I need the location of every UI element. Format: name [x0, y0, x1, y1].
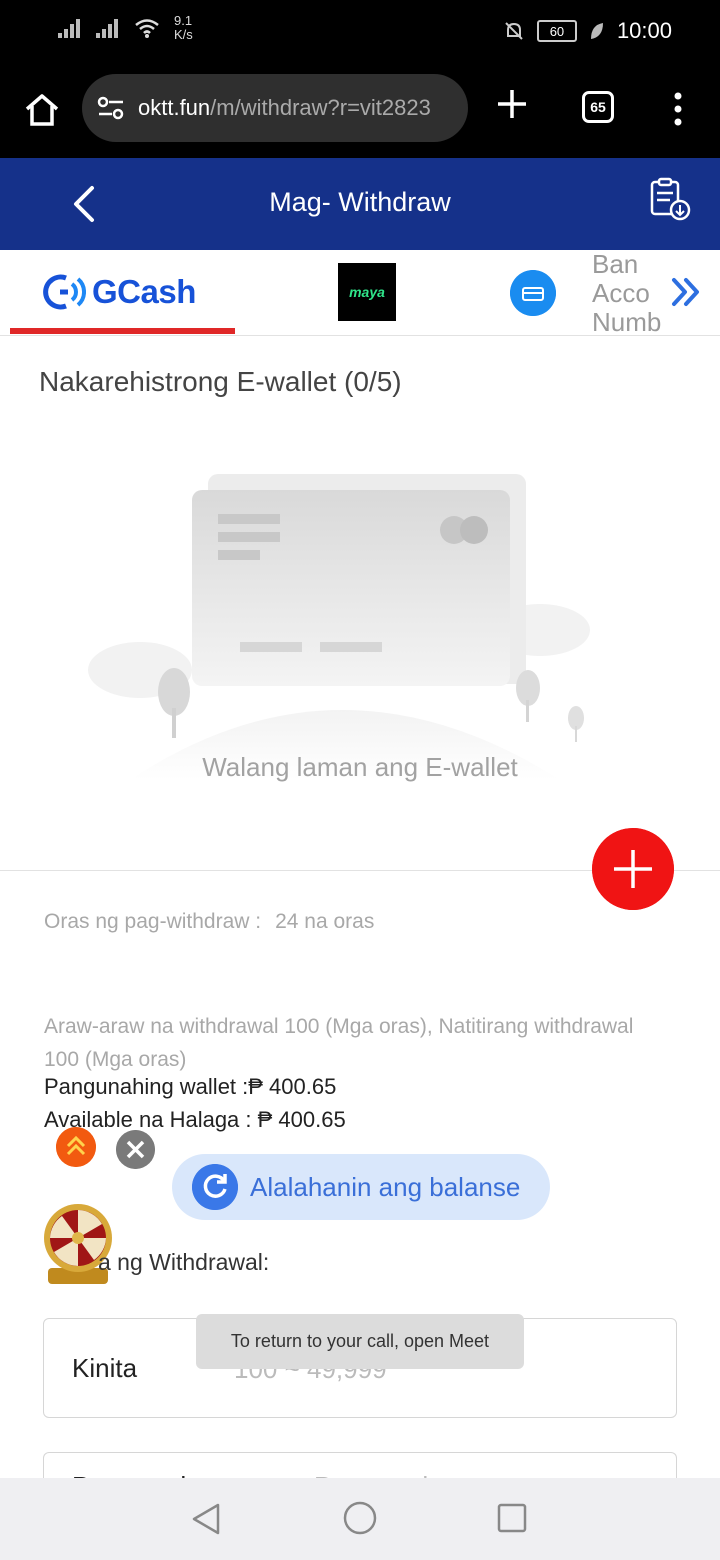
tab-gcash-label: GCash: [92, 273, 196, 310]
more-menu-icon[interactable]: [672, 92, 684, 126]
withdraw-records-icon[interactable]: [646, 176, 694, 224]
gcash-logo-icon: [43, 274, 86, 310]
nav-home-icon[interactable]: [342, 1500, 378, 1536]
new-tab-icon[interactable]: [494, 86, 530, 122]
leaf-icon: [590, 23, 603, 39]
nav-recents-icon[interactable]: [496, 1502, 528, 1534]
tab-bank-icon[interactable]: [510, 270, 556, 316]
site-settings-icon[interactable]: [96, 95, 126, 121]
browser-toolbar: oktt.fun/m/withdraw?r=vit2823 65: [0, 62, 720, 158]
url-path: /m/withdraw?r=vit2823: [210, 95, 431, 120]
back-arrow-icon[interactable]: [64, 182, 104, 226]
status-left: 9.1 K/s: [58, 14, 193, 42]
withdraw-time-value: 24 na oras: [275, 910, 375, 933]
system-nav-bar: [0, 1478, 720, 1560]
page-title: Mag- Withdraw: [269, 187, 451, 217]
add-wallet-button[interactable]: [592, 828, 674, 910]
address-bar[interactable]: oktt.fun/m/withdraw?r=vit2823: [82, 74, 468, 142]
ewallet-section-title: Nakarehistrong E-wallet (0/5): [39, 366, 402, 397]
withdraw-time-row: Oras ng pag-withdraw : 24 na oras: [44, 910, 374, 934]
status-right: 60 10:00: [503, 18, 672, 44]
chevron-double-right-icon[interactable]: [668, 274, 704, 310]
url-text: oktt.fun/m/withdraw?r=vit2823: [138, 95, 431, 121]
home-icon[interactable]: [22, 90, 62, 130]
daily-withdrawal-info: Araw-araw na withdrawal 100 (Mga oras), …: [44, 1015, 634, 1071]
amount-field-label: Kinita: [72, 1353, 138, 1383]
signal-icon: [58, 18, 82, 38]
payment-method-tabs: GCash maya Ban Acco Numb: [0, 250, 720, 336]
tab-bank-label-line: Numb: [592, 307, 662, 335]
tab-gcash[interactable]: GCash: [36, 270, 196, 314]
net-speed: 9.1 K/s: [174, 14, 193, 42]
active-tab-indicator: [10, 328, 235, 334]
tab-switcher-button[interactable]: 65: [582, 91, 614, 123]
remember-balance-button[interactable]: Alalahanin ang balanse: [172, 1154, 550, 1220]
refresh-icon: [192, 1164, 238, 1210]
toast-message: To return to your call, open Meet: [196, 1314, 524, 1369]
empty-wallet-text: Walang laman ang E-wallet: [202, 752, 518, 782]
main-wallet-balance: Pangunahing wallet :₱ 400.65: [44, 1074, 337, 1099]
tab-maya[interactable]: maya: [338, 263, 396, 321]
net-speed-value: 9.1: [174, 13, 193, 28]
remember-balance-label: Alalahanin ang balanse: [250, 1171, 521, 1202]
app-header: Mag- Withdraw: [0, 158, 720, 250]
tab-bank-account-label[interactable]: Ban Acco Numb: [592, 250, 672, 334]
signal-icon-2: [96, 18, 120, 38]
wifi-icon: [135, 19, 159, 38]
net-speed-unit: K/s: [174, 27, 193, 42]
nav-back-icon[interactable]: [188, 1501, 224, 1537]
status-bar: 9.1 K/s 60 10:00: [0, 0, 720, 62]
battery-indicator: 60: [536, 20, 577, 42]
tab-bank-label-line: Acco: [592, 278, 650, 308]
empty-wallet-illustration: [88, 474, 590, 780]
bell-muted-icon: [505, 22, 523, 40]
available-amount: Available na Halaga : ₱ 400.65: [44, 1107, 346, 1132]
close-icon[interactable]: [116, 1130, 155, 1169]
url-host: oktt.fun: [138, 95, 211, 120]
clock: 10:00: [616, 18, 672, 43]
tab-bank-label-line: Ban: [592, 250, 639, 279]
withdraw-time-label: Oras ng pag-withdraw :: [44, 910, 262, 933]
withdrawal-amount-label: a ng Withdrawal:: [98, 1249, 270, 1275]
scroll-top-icon[interactable]: [56, 1127, 96, 1167]
